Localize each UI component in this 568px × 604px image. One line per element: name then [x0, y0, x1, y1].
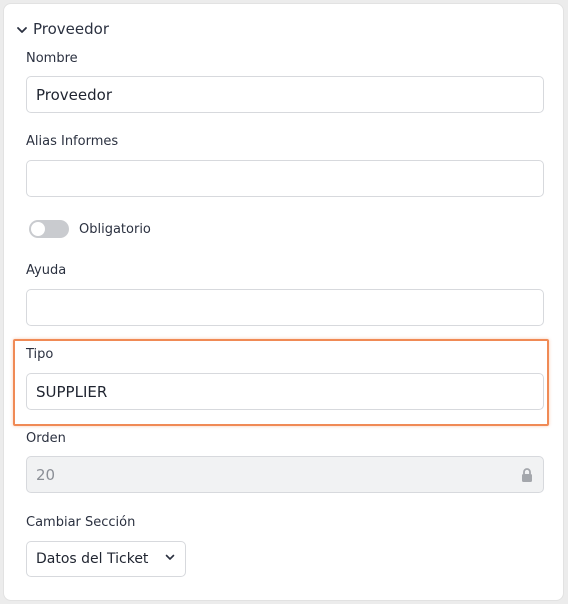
alias-informes-input[interactable] [26, 160, 544, 197]
cambiar-seccion-value: Datos del Ticket [36, 551, 149, 567]
obligatorio-toggle[interactable] [29, 220, 69, 238]
tipo-value: SUPPLIER [36, 382, 108, 401]
orden-input: 20 [26, 456, 544, 493]
nombre-input[interactable]: Proveedor [26, 76, 544, 113]
lock-icon [520, 467, 534, 483]
field-config-card: Proveedor Nombre Proveedor Alias Informe… [3, 3, 564, 601]
section-toggle-proveedor[interactable]: Proveedor [15, 18, 109, 40]
nombre-label: Nombre [26, 51, 78, 66]
orden-value: 20 [36, 465, 56, 484]
tipo-label: Tipo [26, 347, 54, 362]
cambiar-seccion-select[interactable]: Datos del Ticket [26, 541, 186, 577]
section-title: Proveedor [33, 20, 109, 38]
tipo-input[interactable]: SUPPLIER [26, 373, 544, 410]
alias-informes-label: Alias Informes [26, 134, 119, 149]
obligatorio-label: Obligatorio [79, 221, 151, 237]
chevron-down-icon [15, 22, 29, 36]
toggle-knob [31, 222, 45, 236]
orden-label: Orden [26, 431, 66, 446]
obligatorio-row: Obligatorio [29, 220, 151, 238]
ayuda-input[interactable] [26, 289, 544, 326]
ayuda-label: Ayuda [26, 263, 67, 278]
cambiar-seccion-label: Cambiar Sección [26, 515, 136, 530]
chevron-down-icon [164, 551, 176, 567]
nombre-value: Proveedor [36, 85, 112, 104]
